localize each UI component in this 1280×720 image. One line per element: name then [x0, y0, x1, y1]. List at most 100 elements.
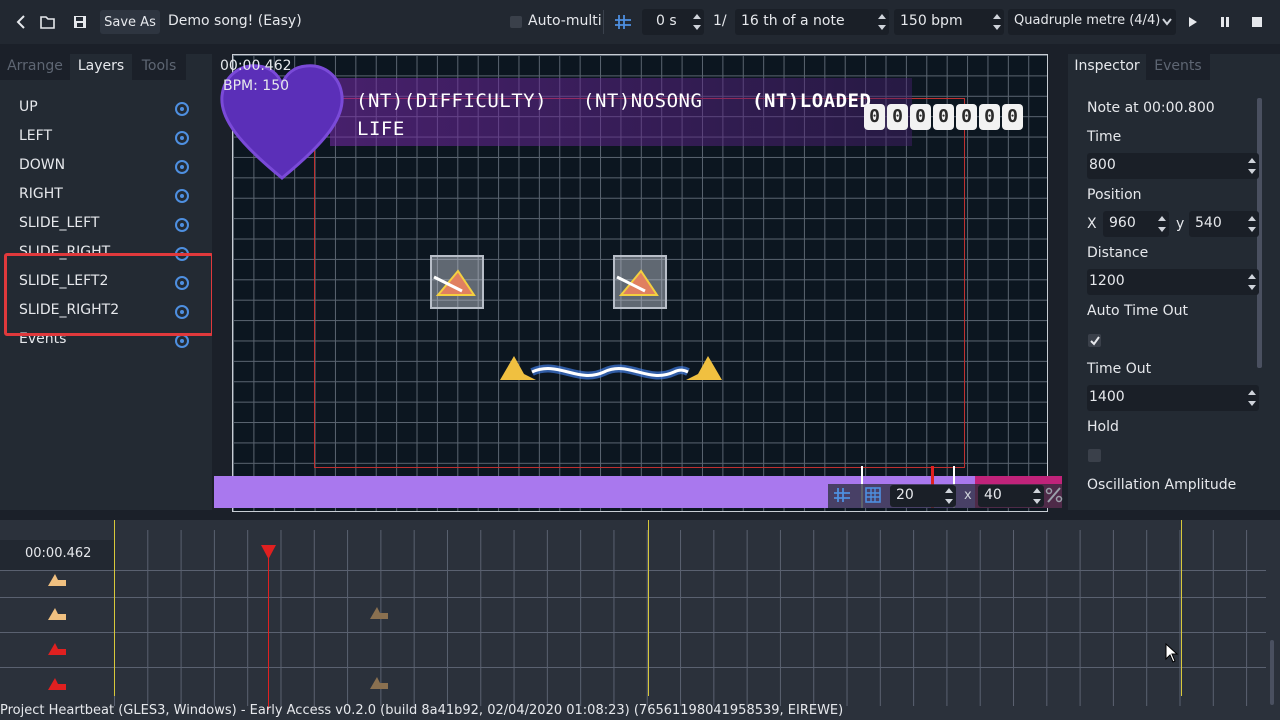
- time-field[interactable]: 800: [1087, 153, 1259, 179]
- grid-icon[interactable]: [865, 487, 881, 503]
- play-button[interactable]: [1184, 10, 1202, 34]
- timeline-scrollbar[interactable]: [1270, 640, 1274, 705]
- bar-line: [648, 520, 649, 696]
- tab-arrange[interactable]: Arrange: [0, 54, 70, 80]
- chevron-down-icon: [1162, 18, 1172, 26]
- snap-icon[interactable]: [833, 487, 851, 503]
- grid-y-spinbox[interactable]: 40: [978, 485, 1044, 507]
- note-at-label: Note at 00:00.800: [1087, 100, 1215, 116]
- metre-select[interactable]: Quadruple metre (4/4): [1008, 9, 1176, 35]
- viewport-bpm: BPM: 150: [223, 78, 290, 94]
- spin-arrows-icon[interactable]: [1032, 487, 1042, 505]
- note-divisor-spinbox[interactable]: 16 th of a note: [735, 9, 889, 35]
- eye-icon[interactable]: [175, 160, 189, 174]
- timeline-row-divider: [0, 632, 1266, 633]
- distance-field[interactable]: 1200: [1087, 269, 1259, 295]
- time-label: Time: [1087, 129, 1122, 145]
- offset-spinbox[interactable]: 0 s: [642, 9, 704, 35]
- layer-label: LEFT: [19, 128, 53, 144]
- eye-icon[interactable]: [175, 131, 189, 145]
- x-label: X: [1087, 216, 1097, 232]
- layer-label: SLIDE_LEFT: [19, 215, 100, 231]
- timeline-row-divider: [0, 570, 1266, 571]
- spin-arrows-icon[interactable]: [944, 487, 954, 505]
- position-x-field[interactable]: 960: [1103, 211, 1169, 237]
- timeline-note[interactable]: [368, 675, 390, 691]
- bpm-spinbox[interactable]: 150 bpm: [894, 9, 1004, 35]
- position-y-field[interactable]: 540: [1189, 211, 1259, 237]
- hold-checkbox[interactable]: [1088, 449, 1101, 462]
- timeline-note[interactable]: [368, 605, 390, 621]
- distance-value: 1200: [1089, 273, 1125, 289]
- hold-label: Hold: [1087, 419, 1119, 435]
- spin-arrows-icon[interactable]: [1247, 273, 1257, 291]
- open-button[interactable]: [38, 10, 58, 34]
- auto-timeout-checkbox[interactable]: [1088, 334, 1101, 347]
- spin-arrows-icon[interactable]: [1247, 157, 1257, 175]
- score-digit: 0: [864, 104, 885, 130]
- score-digit: 0: [933, 104, 954, 130]
- spin-arrows-icon[interactable]: [992, 13, 1002, 31]
- timeout-value: 1400: [1089, 389, 1125, 405]
- spin-arrows-icon[interactable]: [1247, 215, 1257, 233]
- layer-row-down[interactable]: DOWN: [19, 157, 199, 179]
- score-counter: 0 0 0 0 0 0 0: [864, 104, 1024, 130]
- divisor-value: 16 th of a note: [741, 13, 845, 29]
- timeline-row-divider: [0, 597, 1266, 598]
- percent-icon[interactable]: [1045, 487, 1063, 503]
- grid-separator: x: [964, 488, 972, 503]
- timeline-grid[interactable]: [114, 530, 1266, 706]
- tab-inspector[interactable]: Inspector: [1068, 54, 1146, 80]
- slide-left2-layer-icon: [48, 643, 66, 655]
- grid-x-spinbox[interactable]: 20: [890, 485, 956, 507]
- save-as-button[interactable]: Save As: [100, 10, 160, 34]
- slide-chain-icon: [500, 356, 722, 380]
- pause-button[interactable]: [1216, 10, 1234, 34]
- timeline-splitter[interactable]: [0, 514, 1280, 520]
- spin-arrows-icon[interactable]: [877, 13, 887, 31]
- timeout-label: Time Out: [1087, 361, 1152, 377]
- layer-row-right[interactable]: RIGHT: [19, 186, 199, 208]
- spin-arrows-icon[interactable]: [692, 13, 702, 31]
- y-label: y: [1176, 216, 1185, 232]
- offset-value: 0 s: [656, 13, 677, 29]
- playhead-line: [268, 545, 269, 710]
- metre-value: Quadruple metre (4/4): [1014, 13, 1161, 28]
- tab-tools[interactable]: Tools: [132, 54, 186, 80]
- stop-button[interactable]: [1248, 10, 1266, 34]
- x-value: 960: [1109, 215, 1136, 231]
- back-button[interactable]: [12, 10, 30, 34]
- slide-right-note-icon: [616, 269, 659, 296]
- timeline-time: 00:00.462: [25, 546, 92, 561]
- layer-row-up[interactable]: UP: [19, 99, 199, 121]
- time-value: 800: [1089, 157, 1116, 173]
- tab-layers[interactable]: Layers: [70, 54, 132, 80]
- grid-y-value: 40: [984, 487, 1002, 503]
- eye-icon[interactable]: [175, 102, 189, 116]
- note-slide-left[interactable]: [430, 255, 484, 309]
- score-digit: 0: [1002, 104, 1023, 130]
- oscillation-label: Oscillation Amplitude: [1087, 477, 1237, 493]
- auto-multi-checkbox[interactable]: [510, 16, 522, 28]
- eye-icon[interactable]: [175, 189, 189, 203]
- layer-row-slide-left[interactable]: SLIDE_LEFT: [19, 215, 199, 237]
- timeout-field[interactable]: 1400: [1087, 385, 1259, 411]
- layer-label: DOWN: [19, 157, 66, 173]
- auto-timeout-label: Auto Time Out: [1087, 303, 1189, 319]
- auto-multi-label: Auto-multi: [528, 13, 602, 29]
- layer-row-left[interactable]: LEFT: [19, 128, 199, 150]
- spin-arrows-icon[interactable]: [1157, 215, 1167, 233]
- note-slide-right[interactable]: [613, 255, 667, 309]
- eye-icon[interactable]: [175, 218, 189, 232]
- tab-events[interactable]: Events: [1146, 54, 1210, 80]
- save-button[interactable]: [70, 10, 90, 34]
- snap-toggle-button[interactable]: [612, 10, 634, 34]
- playhead-marker-icon[interactable]: [260, 544, 277, 560]
- eye-icon[interactable]: [175, 334, 189, 348]
- slide-left-layer-icon: [48, 574, 66, 586]
- score-digit: 0: [910, 104, 931, 130]
- folder-open-icon: [40, 16, 55, 29]
- spin-arrows-icon[interactable]: [1247, 389, 1257, 407]
- score-digit: 0: [887, 104, 908, 130]
- layer-label: RIGHT: [19, 186, 63, 202]
